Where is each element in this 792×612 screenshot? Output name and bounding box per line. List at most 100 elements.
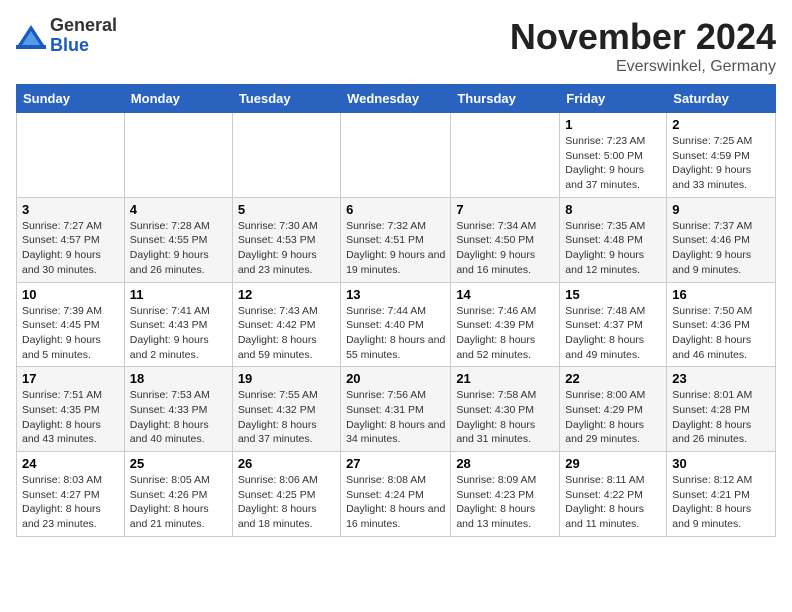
day-number: 11 bbox=[130, 287, 227, 302]
calendar-cell-w3-d3: 13Sunrise: 7:44 AM Sunset: 4:40 PM Dayli… bbox=[341, 282, 451, 367]
day-info: Sunrise: 7:41 AM Sunset: 4:43 PM Dayligh… bbox=[130, 304, 227, 363]
calendar-cell-w1-d1 bbox=[124, 113, 232, 198]
weekday-wednesday: Wednesday bbox=[341, 85, 451, 113]
day-info: Sunrise: 7:50 AM Sunset: 4:36 PM Dayligh… bbox=[672, 304, 770, 363]
calendar-cell-w2-d3: 6 Sunrise: 7:32 AM Sunset: 4:51 PM Daylig… bbox=[341, 197, 451, 282]
day-number: 19 bbox=[238, 371, 335, 386]
calendar-cell-w4-d0: 17 Sunrise: 7:51 AM Sunset: 4:35 PM Dayli… bbox=[17, 367, 125, 452]
day-info: Sunrise: 7:25 AM Sunset: 4:59 PM Dayligh… bbox=[672, 134, 770, 193]
day-number: 14 bbox=[456, 287, 554, 302]
logo-blue-text: Blue bbox=[50, 36, 117, 56]
day-number: 23 bbox=[672, 371, 770, 386]
calendar-cell-w3-d2: 12 Sunrise: 7:43 AM Sunset: 4:42 PM Dayli… bbox=[232, 282, 340, 367]
calendar-cell-w5-d4: 28 Sunrise: 8:09 AM Sunset: 4:23 PM Dayli… bbox=[451, 452, 560, 537]
weekday-sunday: Sunday bbox=[17, 85, 125, 113]
day-info: Sunrise: 7:44 AM Sunset: 4:40 PM Dayligh… bbox=[346, 304, 445, 363]
day-number: 17 bbox=[22, 371, 119, 386]
day-number: 25 bbox=[130, 456, 227, 471]
calendar-cell-w2-d5: 8 Sunrise: 7:35 AM Sunset: 4:48 PM Daylig… bbox=[560, 197, 667, 282]
day-info: Sunrise: 7:27 AM Sunset: 4:57 PM Dayligh… bbox=[22, 219, 119, 278]
logo: General Blue bbox=[16, 16, 117, 56]
week-row-4: 17 Sunrise: 7:51 AM Sunset: 4:35 PM Dayli… bbox=[17, 367, 776, 452]
day-info: Sunrise: 7:55 AM Sunset: 4:32 PM Dayligh… bbox=[238, 388, 335, 447]
calendar-cell-w2-d0: 3 Sunrise: 7:27 AM Sunset: 4:57 PM Daylig… bbox=[17, 197, 125, 282]
calendar-cell-w3-d5: 15Sunrise: 7:48 AM Sunset: 4:37 PM Dayli… bbox=[560, 282, 667, 367]
calendar-cell-w5-d3: 27 Sunrise: 8:08 AM Sunset: 4:24 PM Dayli… bbox=[341, 452, 451, 537]
day-number: 3 bbox=[22, 202, 119, 217]
calendar-cell-w2-d2: 5 Sunrise: 7:30 AM Sunset: 4:53 PM Daylig… bbox=[232, 197, 340, 282]
day-info: Sunrise: 7:32 AM Sunset: 4:51 PM Dayligh… bbox=[346, 219, 445, 278]
day-number: 7 bbox=[456, 202, 554, 217]
calendar-cell-w1-d6: 2 Sunrise: 7:25 AM Sunset: 4:59 PM Daylig… bbox=[667, 113, 776, 198]
calendar-cell-w4-d6: 23 Sunrise: 8:01 AM Sunset: 4:28 PM Dayli… bbox=[667, 367, 776, 452]
day-info: Sunrise: 7:34 AM Sunset: 4:50 PM Dayligh… bbox=[456, 219, 554, 278]
weekday-row: SundayMondayTuesdayWednesdayThursdayFrid… bbox=[17, 85, 776, 113]
calendar-cell-w1-d5: 1Sunrise: 7:23 AM Sunset: 5:00 PM Daylig… bbox=[560, 113, 667, 198]
day-info: Sunrise: 7:46 AM Sunset: 4:39 PM Dayligh… bbox=[456, 304, 554, 363]
day-info: Sunrise: 7:53 AM Sunset: 4:33 PM Dayligh… bbox=[130, 388, 227, 447]
day-info: Sunrise: 7:23 AM Sunset: 5:00 PM Dayligh… bbox=[565, 134, 661, 193]
day-info: Sunrise: 8:06 AM Sunset: 4:25 PM Dayligh… bbox=[238, 473, 335, 532]
day-info: Sunrise: 8:08 AM Sunset: 4:24 PM Dayligh… bbox=[346, 473, 445, 532]
day-info: Sunrise: 8:03 AM Sunset: 4:27 PM Dayligh… bbox=[22, 473, 119, 532]
week-row-3: 10Sunrise: 7:39 AM Sunset: 4:45 PM Dayli… bbox=[17, 282, 776, 367]
day-info: Sunrise: 7:58 AM Sunset: 4:30 PM Dayligh… bbox=[456, 388, 554, 447]
week-row-2: 3 Sunrise: 7:27 AM Sunset: 4:57 PM Daylig… bbox=[17, 197, 776, 282]
calendar-cell-w1-d0 bbox=[17, 113, 125, 198]
logo-icon bbox=[16, 21, 46, 51]
calendar-cell-w2-d6: 9 Sunrise: 7:37 AM Sunset: 4:46 PM Daylig… bbox=[667, 197, 776, 282]
day-number: 28 bbox=[456, 456, 554, 471]
logo-general-text: General bbox=[50, 16, 117, 36]
month-title: November 2024 bbox=[510, 16, 776, 58]
day-number: 21 bbox=[456, 371, 554, 386]
calendar-cell-w5-d5: 29Sunrise: 8:11 AM Sunset: 4:22 PM Dayli… bbox=[560, 452, 667, 537]
calendar-cell-w4-d2: 19 Sunrise: 7:55 AM Sunset: 4:32 PM Dayli… bbox=[232, 367, 340, 452]
calendar-cell-w1-d3 bbox=[341, 113, 451, 198]
day-number: 24 bbox=[22, 456, 119, 471]
calendar-cell-w4-d5: 22Sunrise: 8:00 AM Sunset: 4:29 PM Dayli… bbox=[560, 367, 667, 452]
calendar-cell-w2-d1: 4 Sunrise: 7:28 AM Sunset: 4:55 PM Daylig… bbox=[124, 197, 232, 282]
day-number: 6 bbox=[346, 202, 445, 217]
day-info: Sunrise: 7:28 AM Sunset: 4:55 PM Dayligh… bbox=[130, 219, 227, 278]
day-number: 16 bbox=[672, 287, 770, 302]
weekday-monday: Monday bbox=[124, 85, 232, 113]
day-number: 9 bbox=[672, 202, 770, 217]
day-info: Sunrise: 7:51 AM Sunset: 4:35 PM Dayligh… bbox=[22, 388, 119, 447]
calendar-cell-w5-d2: 26 Sunrise: 8:06 AM Sunset: 4:25 PM Dayli… bbox=[232, 452, 340, 537]
day-number: 27 bbox=[346, 456, 445, 471]
day-number: 2 bbox=[672, 117, 770, 132]
day-number: 12 bbox=[238, 287, 335, 302]
day-number: 18 bbox=[130, 371, 227, 386]
day-number: 26 bbox=[238, 456, 335, 471]
calendar-table: SundayMondayTuesdayWednesdayThursdayFrid… bbox=[16, 84, 776, 537]
day-info: Sunrise: 7:37 AM Sunset: 4:46 PM Dayligh… bbox=[672, 219, 770, 278]
day-info: Sunrise: 7:56 AM Sunset: 4:31 PM Dayligh… bbox=[346, 388, 445, 447]
day-number: 5 bbox=[238, 202, 335, 217]
calendar-cell-w1-d4 bbox=[451, 113, 560, 198]
calendar-cell-w5-d1: 25 Sunrise: 8:05 AM Sunset: 4:26 PM Dayli… bbox=[124, 452, 232, 537]
week-row-1: 1Sunrise: 7:23 AM Sunset: 5:00 PM Daylig… bbox=[17, 113, 776, 198]
day-info: Sunrise: 8:11 AM Sunset: 4:22 PM Dayligh… bbox=[565, 473, 661, 532]
day-info: Sunrise: 8:05 AM Sunset: 4:26 PM Dayligh… bbox=[130, 473, 227, 532]
day-info: Sunrise: 7:48 AM Sunset: 4:37 PM Dayligh… bbox=[565, 304, 661, 363]
day-info: Sunrise: 7:30 AM Sunset: 4:53 PM Dayligh… bbox=[238, 219, 335, 278]
calendar-cell-w4-d4: 21 Sunrise: 7:58 AM Sunset: 4:30 PM Dayli… bbox=[451, 367, 560, 452]
weekday-friday: Friday bbox=[560, 85, 667, 113]
calendar-cell-w5-d6: 30 Sunrise: 8:12 AM Sunset: 4:21 PM Dayli… bbox=[667, 452, 776, 537]
day-info: Sunrise: 8:12 AM Sunset: 4:21 PM Dayligh… bbox=[672, 473, 770, 532]
location: Everswinkel, Germany bbox=[510, 58, 776, 76]
day-info: Sunrise: 7:43 AM Sunset: 4:42 PM Dayligh… bbox=[238, 304, 335, 363]
day-info: Sunrise: 8:09 AM Sunset: 4:23 PM Dayligh… bbox=[456, 473, 554, 532]
day-info: Sunrise: 8:01 AM Sunset: 4:28 PM Dayligh… bbox=[672, 388, 770, 447]
day-number: 30 bbox=[672, 456, 770, 471]
title-block: November 2024 Everswinkel, Germany bbox=[510, 16, 776, 76]
day-info: Sunrise: 7:35 AM Sunset: 4:48 PM Dayligh… bbox=[565, 219, 661, 278]
calendar-cell-w5-d0: 24 Sunrise: 8:03 AM Sunset: 4:27 PM Dayli… bbox=[17, 452, 125, 537]
day-number: 20 bbox=[346, 371, 445, 386]
calendar-cell-w3-d4: 14 Sunrise: 7:46 AM Sunset: 4:39 PM Dayli… bbox=[451, 282, 560, 367]
day-info: Sunrise: 8:00 AM Sunset: 4:29 PM Dayligh… bbox=[565, 388, 661, 447]
day-info: Sunrise: 7:39 AM Sunset: 4:45 PM Dayligh… bbox=[22, 304, 119, 363]
day-number: 8 bbox=[565, 202, 661, 217]
day-number: 4 bbox=[130, 202, 227, 217]
calendar-cell-w3-d6: 16 Sunrise: 7:50 AM Sunset: 4:36 PM Dayli… bbox=[667, 282, 776, 367]
